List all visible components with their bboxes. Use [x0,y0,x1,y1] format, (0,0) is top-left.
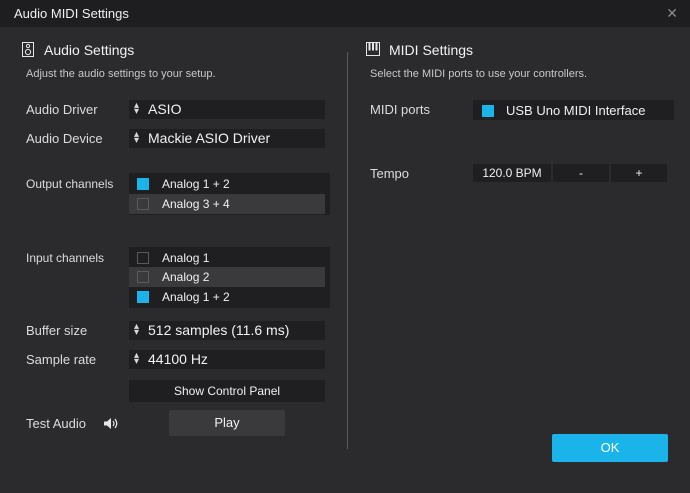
checkbox[interactable] [137,291,149,303]
audio-driver-label: Audio Driver [26,102,98,117]
checkbox[interactable] [137,198,149,210]
midi-port-label: USB Uno MIDI Interface [506,103,646,118]
output-channels-list: Analog 1 + 2 Analog 3 + 4 [129,173,330,215]
ok-button[interactable]: OK [552,434,668,462]
midi-settings-title: MIDI Settings [389,42,474,58]
input-channel-label: Analog 2 [162,270,210,284]
play-button[interactable]: Play [169,410,285,436]
test-audio-label: Test Audio [26,416,86,431]
audio-driver-value: ASIO [148,101,182,117]
up-down-chevron-icon: ▴ ▾ [134,321,140,338]
audio-driver-select[interactable]: ▴ ▾ ASIO [129,100,325,119]
buffer-size-label: Buffer size [26,323,88,338]
buffer-size-select[interactable]: ▴ ▾ 512 samples (11.6 ms) [129,321,325,340]
buffer-size-value: 512 samples (11.6 ms) [148,322,290,338]
tempo-value-field[interactable]: 120.0 BPM [473,164,551,182]
title-bar: Audio MIDI Settings ✕ [0,0,690,27]
up-down-chevron-icon: ▴ ▾ [134,129,140,146]
checkbox[interactable] [137,271,149,283]
midi-port-item[interactable]: USB Uno MIDI Interface [473,100,674,120]
output-channel-item[interactable]: Analog 3 + 4 [129,194,325,214]
audio-settings-title: Audio Settings [44,42,135,58]
audio-device-label: Audio Device [26,131,103,146]
tempo-decrease-button[interactable]: - [553,164,609,182]
input-channel-item[interactable]: Analog 1 + 2 [129,287,325,307]
show-control-panel-button[interactable]: Show Control Panel [129,380,325,402]
input-channel-label: Analog 1 [162,251,210,265]
speaker-icon [22,42,34,57]
piano-icon [366,42,380,56]
midi-settings-description: Select the MIDI ports to use your contro… [370,68,588,80]
tempo-label: Tempo [370,166,410,181]
checkbox[interactable] [137,178,149,190]
close-icon[interactable]: ✕ [666,5,678,22]
input-channel-label: Analog 1 + 2 [162,290,230,304]
midi-ports-label: MIDI ports [370,102,430,117]
output-channel-item[interactable]: Analog 1 + 2 [129,174,325,194]
audio-device-value: Mackie ASIO Driver [148,130,271,146]
audio-settings-description: Adjust the audio settings to your setup. [26,68,216,80]
window-title: Audio MIDI Settings [14,6,129,21]
output-channel-label: Analog 3 + 4 [162,197,230,211]
sample-rate-select[interactable]: ▴ ▾ 44100 Hz [129,350,325,369]
input-channel-item[interactable]: Analog 2 [129,267,325,287]
up-down-chevron-icon: ▴ ▾ [134,350,140,367]
input-channels-list: Analog 1 Analog 2 Analog 1 + 2 [129,247,330,308]
output-channels-label: Output channels [26,177,114,191]
checkbox[interactable] [137,252,149,264]
sample-rate-value: 44100 Hz [148,351,208,367]
up-down-chevron-icon: ▴ ▾ [134,100,140,117]
midi-ports-list: USB Uno MIDI Interface [473,100,674,120]
audio-device-select[interactable]: ▴ ▾ Mackie ASIO Driver [129,129,325,148]
output-channel-label: Analog 1 + 2 [162,177,230,191]
tempo-increase-button[interactable]: + [611,164,667,182]
sample-rate-label: Sample rate [26,352,97,367]
section-divider [347,52,348,449]
speaker-volume-icon [104,418,118,429]
input-channel-item[interactable]: Analog 1 [129,248,325,268]
input-channels-label: Input channels [26,251,105,265]
checkbox[interactable] [482,105,494,117]
